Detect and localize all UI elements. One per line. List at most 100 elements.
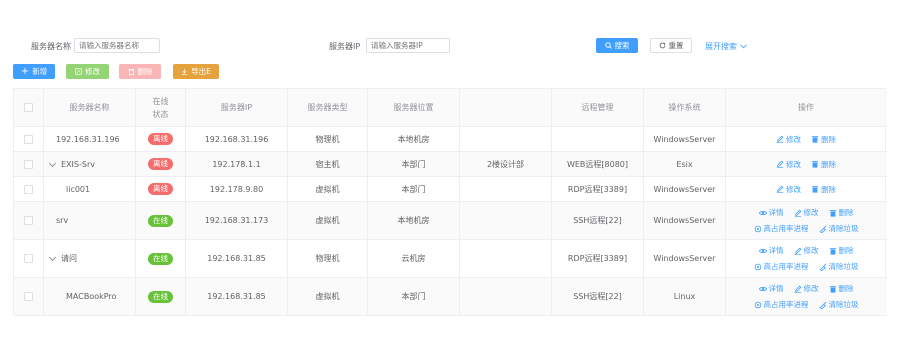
- cell-detail: [460, 127, 552, 151]
- cell-ip: 192.168.31.85: [186, 240, 288, 277]
- search-icon: [604, 42, 612, 49]
- os-text: WindowsServer: [653, 216, 716, 225]
- delete-action[interactable]: 删除: [829, 207, 854, 218]
- cell-server-name: MACBookPro: [44, 278, 136, 315]
- column-header-remote: 远程管理: [552, 89, 644, 126]
- broom-icon: [819, 225, 826, 233]
- edit-action[interactable]: 修改: [794, 283, 819, 294]
- cell-detail: [460, 202, 552, 239]
- search-button[interactable]: 搜索: [596, 38, 638, 53]
- detail-text: 2楼设计部: [486, 159, 525, 169]
- high-process-action-label: 高占用率进程: [763, 224, 809, 233]
- cell-status: 离线: [136, 127, 186, 151]
- delete-action[interactable]: 删除: [811, 184, 836, 195]
- server-name-text: srv: [56, 216, 69, 225]
- server-ip-input[interactable]: [366, 38, 450, 53]
- edit-action-label: 修改: [786, 134, 801, 144]
- row-checkbox[interactable]: [24, 216, 33, 225]
- delete-action[interactable]: 删除: [811, 134, 836, 145]
- delete-action-label: 删除: [821, 184, 836, 194]
- cell-detail: [460, 240, 552, 277]
- cell-type: 虚拟机: [288, 202, 368, 239]
- ip-text: 192.168.31.85: [207, 292, 266, 301]
- delete-action-label: 删除: [838, 246, 854, 255]
- chevron-down-icon: [739, 44, 747, 49]
- type-text: 虚拟机: [315, 184, 340, 194]
- ip-text: 192.178.1.1: [212, 159, 261, 169]
- column-header-type: 服务器类型: [288, 89, 368, 126]
- detail-action[interactable]: 详情: [758, 283, 784, 294]
- plus-icon: +: [20, 65, 30, 77]
- server-name-input[interactable]: [74, 38, 160, 53]
- table-row: EXIS-Srv 离线 192.178.1.1 宿主机 本部门 2楼设计部 WEB远程[80…: [14, 152, 887, 177]
- high-process-action[interactable]: 高占用率进程: [754, 299, 809, 310]
- reset-button[interactable]: 重置: [650, 38, 692, 53]
- type-text: 物理机: [315, 254, 340, 263]
- clean-action-label: 清除垃圾: [828, 262, 859, 271]
- table-row: 192.168.31.196 离线 192.168.31.196 物理机 本地机房 Win…: [14, 127, 887, 152]
- edit-action-label: 修改: [786, 184, 801, 194]
- edit-action[interactable]: 修改: [776, 159, 801, 170]
- edit-action[interactable]: 修改: [776, 184, 801, 195]
- expand-row-chevron-icon[interactable]: [48, 159, 57, 167]
- delete-button[interactable]: 删除: [119, 64, 161, 79]
- os-text: WindowsServer: [653, 184, 716, 194]
- detail-action[interactable]: 详情: [758, 207, 784, 218]
- cell-server-name: 请问: [44, 240, 136, 277]
- column-header-label: 服务器名称: [69, 103, 110, 112]
- cell-detail: [460, 177, 552, 201]
- table-header-row: 服务器名称 在线状态 服务器IP 服务器类型 服务器位置 远程管理 操作系统 操作: [14, 89, 887, 127]
- download-icon: [181, 68, 188, 75]
- detail-action[interactable]: 详情: [758, 245, 784, 256]
- cell-server-name: 192.168.31.196: [44, 127, 136, 151]
- process-icon: [754, 263, 761, 270]
- delete-action[interactable]: 删除: [811, 159, 836, 170]
- cell-os: WindowsServer: [644, 177, 726, 201]
- row-checkbox[interactable]: [24, 159, 33, 169]
- cell-status: 在线: [136, 278, 186, 315]
- delete-action-label: 删除: [838, 284, 854, 293]
- row-checkbox[interactable]: [24, 254, 33, 263]
- row-select-cell: [14, 278, 44, 315]
- server-name-text: lic001: [66, 184, 91, 194]
- cell-status: 离线: [136, 177, 186, 201]
- clean-action[interactable]: 清除垃圾: [819, 223, 859, 234]
- delete-action[interactable]: 删除: [829, 283, 854, 294]
- status-badge: 离线: [148, 183, 173, 195]
- cell-location: 本部门: [368, 278, 460, 315]
- edit-action[interactable]: 修改: [794, 245, 819, 256]
- edit-action-label: 修改: [803, 246, 819, 255]
- expand-row-chevron-icon[interactable]: [48, 253, 57, 262]
- search-bar: 服务器名称 服务器IP 搜索 重置 展开搜索: [0, 38, 900, 54]
- column-header-ip: 服务器IP: [186, 89, 288, 126]
- export-button[interactable]: 导出E: [173, 64, 219, 79]
- row-checkbox[interactable]: [24, 184, 33, 194]
- expand-search-link[interactable]: 展开搜索: [705, 41, 747, 52]
- edit-action[interactable]: 修改: [776, 134, 801, 145]
- edit-button[interactable]: 修改: [66, 64, 109, 79]
- os-text: WindowsServer: [653, 254, 716, 263]
- row-checkbox[interactable]: [24, 292, 33, 301]
- row-select-cell: [14, 152, 44, 176]
- row-checkbox[interactable]: [24, 103, 33, 112]
- high-process-action[interactable]: 高占用率进程: [754, 223, 809, 234]
- delete-action[interactable]: 删除: [829, 245, 854, 256]
- column-header-actions: 操作: [726, 89, 886, 126]
- status-badge: 离线: [148, 158, 173, 170]
- add-button[interactable]: + 新增: [13, 64, 55, 79]
- process-icon: [754, 225, 761, 232]
- clean-action[interactable]: 清除垃圾: [819, 261, 859, 272]
- clean-action-label: 清除垃圾: [828, 300, 859, 309]
- edit-icon: [776, 185, 784, 193]
- action-row: 详情 修改 删除: [758, 245, 854, 256]
- edit-action[interactable]: 修改: [794, 207, 819, 218]
- high-process-action[interactable]: 高占用率进程: [754, 261, 809, 272]
- location-text: 本部门: [401, 184, 426, 194]
- type-text: 虚拟机: [315, 292, 340, 301]
- trash-icon: [811, 136, 819, 143]
- clean-action[interactable]: 清除垃圾: [819, 299, 859, 310]
- cell-os: WindowsServer: [644, 202, 726, 239]
- cell-location: 本地机房: [368, 202, 460, 239]
- high-process-action-label: 高占用率进程: [763, 262, 809, 271]
- row-checkbox[interactable]: [24, 134, 33, 144]
